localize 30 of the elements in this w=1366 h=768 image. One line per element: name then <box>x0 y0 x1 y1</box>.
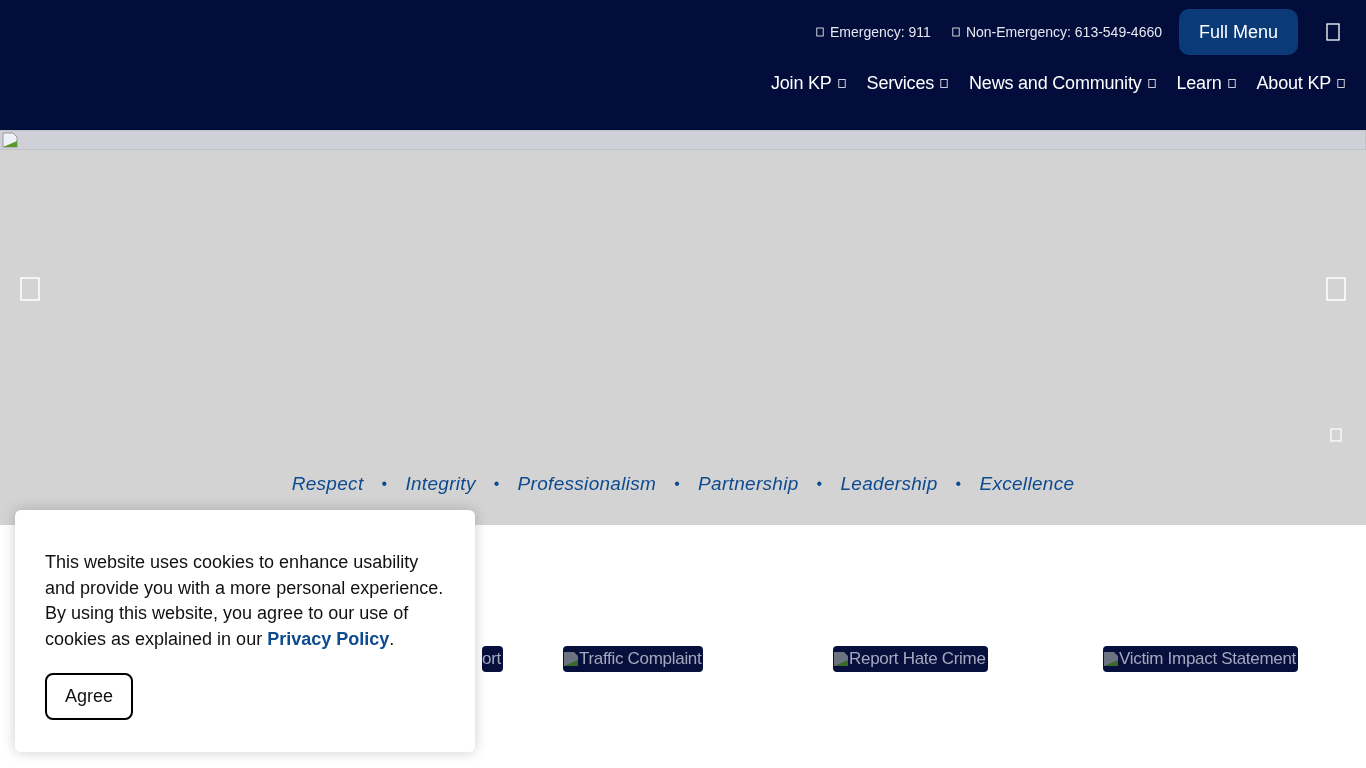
full-menu-button[interactable]: Full Menu <box>1179 9 1298 55</box>
broken-image-icon <box>1103 651 1119 667</box>
broken-image-icon <box>833 651 849 667</box>
nav-menu-item[interactable]: Join KP <box>770 73 846 94</box>
nav-menu-item[interactable]: Learn <box>1176 73 1236 94</box>
bullet-separator: • <box>493 474 500 494</box>
quick-link-button[interactable]: ort <box>482 646 503 672</box>
agree-button[interactable]: Agree <box>45 673 133 720</box>
value-word: Integrity <box>405 473 476 495</box>
broken-image-icon <box>2 132 18 148</box>
bullet-separator: • <box>816 474 823 494</box>
value-word: Respect <box>291 473 364 495</box>
phone-link[interactable]: Emergency: 911 <box>815 24 931 40</box>
privacy-policy-link[interactable]: Privacy Policy <box>267 628 390 649</box>
phone-link[interactable]: Non-Emergency: 613-549-4660 <box>951 24 1162 40</box>
nav-menu-item[interactable]: News and Community <box>969 73 1156 94</box>
value-word: Partnership <box>698 473 799 495</box>
nav-menu-item[interactable]: About KP <box>1256 73 1345 94</box>
bullet-separator: • <box>955 474 962 494</box>
nav-menu-item[interactable]: Services <box>866 73 949 94</box>
value-word: Leadership <box>840 473 938 495</box>
bullet-separator: • <box>381 474 388 494</box>
bullet-separator: • <box>674 474 681 494</box>
quick-link-button[interactable]: Victim Impact Statement <box>1103 646 1299 672</box>
quick-link-button[interactable]: Traffic Complaint <box>563 646 704 672</box>
broken-image-icon <box>563 651 579 667</box>
cookie-message: This website uses cookies to enhance usability and provide you with a more personal experience. By using this website, you agree to our use of cookies as explained in our Privacy Policy. <box>45 551 445 651</box>
value-word: Professionalism <box>517 473 657 495</box>
value-word: Excellence <box>979 473 1075 495</box>
quick-link-button[interactable]: Report Hate Crime <box>833 646 988 672</box>
